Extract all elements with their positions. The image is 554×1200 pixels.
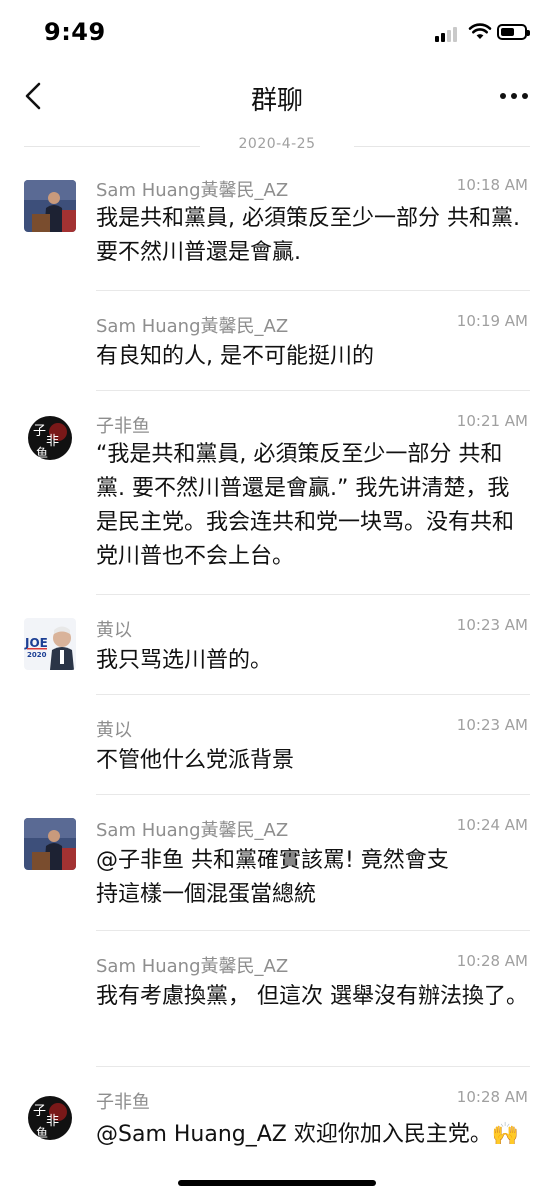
divider <box>96 1066 530 1067</box>
cellular-signal-icon <box>435 26 461 42</box>
nav-bar: 群聊 <box>0 66 554 128</box>
svg-text:JOE: JOE <box>24 636 48 650</box>
message-item[interactable]: 子 非 鱼 子非鱼 10:28 AM @Sam Huang_AZ 欢迎你加入民主… <box>0 1084 554 1180</box>
date-label: 2020-4-25 <box>238 136 316 152</box>
person-at-podium-image <box>24 818 76 870</box>
divider <box>96 794 530 795</box>
divider <box>96 290 530 291</box>
divider <box>96 930 530 931</box>
avatar-sam-huang[interactable] <box>24 818 76 870</box>
message-text: 有良知的人, 是不可能挺川的 <box>96 344 374 369</box>
avatar-sam-huang[interactable] <box>24 180 76 232</box>
message-time: 10:24 AM <box>456 816 528 834</box>
sender-name: 黄以 <box>96 720 132 741</box>
message-text: 我有考慮換黨， 但這次 選舉沒有辦法換了。 <box>96 984 528 1009</box>
message-text: @Sam Huang_AZ 欢迎你加入民主党。🙌 <box>96 1122 520 1147</box>
more-options-button[interactable] <box>494 80 534 110</box>
message-item[interactable]: 黄以 10:23 AM 不管他什么党派背景 <box>0 712 554 796</box>
message-time: 10:18 AM <box>456 176 528 194</box>
sender-name: 子非鱼 <box>96 1092 150 1113</box>
message-time: 10:23 AM <box>456 716 528 734</box>
message-item[interactable]: Sam Huang黃馨民_AZ 10:28 AM 我有考慮換黨， 但這次 選舉沒… <box>0 948 554 1068</box>
message-time: 10:21 AM <box>456 412 528 430</box>
divider <box>96 594 530 595</box>
status-time: 9:49 <box>44 18 106 46</box>
message-text: @子非鱼 共和黨確實該罵! 竟然會支持這樣一個混蛋當總統 <box>96 848 449 907</box>
svg-text:鱼: 鱼 <box>36 446 48 460</box>
joe-2020-image: JOE 2020 <box>24 618 76 670</box>
wifi-icon <box>468 22 492 44</box>
page-title: 群聊 <box>250 86 303 116</box>
message-item[interactable]: 子 非 鱼 子非鱼 10:21 AM “我是共和黨員, 必須策反至少一部分 共和… <box>0 408 554 596</box>
date-divider: 2020-4-25 <box>24 136 530 156</box>
avatar-huang-yi[interactable]: JOE 2020 <box>24 618 76 670</box>
message-item[interactable]: JOE 2020 黄以 10:23 AM 我只骂选川普的。 <box>0 612 554 696</box>
svg-text:子: 子 <box>33 1104 46 1119</box>
sender-name: Sam Huang黃馨民_AZ <box>96 956 289 977</box>
message-text: “我是共和黨員, 必須策反至少一部分 共和黨. 要不然川普還是會贏.” 我先讲清… <box>96 442 515 569</box>
person-at-podium-image <box>24 180 76 232</box>
svg-text:鱼: 鱼 <box>36 1126 48 1140</box>
home-indicator[interactable] <box>178 1180 376 1186</box>
message-text: 我只骂选川普的。 <box>96 648 273 673</box>
message-item[interactable]: Sam Huang黃馨民_AZ 10:24 AM @子非鱼 共和黨確實該罵! 竟… <box>0 812 554 932</box>
message-time: 10:28 AM <box>456 1088 528 1106</box>
sender-name: 子非鱼 <box>96 416 150 437</box>
message-item[interactable]: Sam Huang黃馨民_AZ 10:18 AM 我是共和黨員, 必須策反至少一… <box>0 172 554 292</box>
ink-calligraphy-image: 子 非 鱼 <box>24 1092 76 1144</box>
message-time: 10:28 AM <box>456 952 528 970</box>
battery-icon <box>497 24 530 40</box>
sender-name: Sam Huang黃馨民_AZ <box>96 180 289 201</box>
message-item[interactable]: Sam Huang黃馨民_AZ 10:19 AM 有良知的人, 是不可能挺川的 <box>0 308 554 392</box>
message-text: 我是共和黨員, 必須策反至少一部分 共和黨. 要不然川普還是會贏. <box>96 206 520 265</box>
sender-name: 黄以 <box>96 620 132 641</box>
message-time: 10:23 AM <box>456 616 528 634</box>
divider <box>96 694 530 695</box>
avatar-zi-fei-yu[interactable]: 子 非 鱼 <box>24 412 76 464</box>
divider <box>96 390 530 391</box>
sender-name: Sam Huang黃馨民_AZ <box>96 316 289 337</box>
avatar-zi-fei-yu[interactable]: 子 非 鱼 <box>24 1092 76 1144</box>
message-text: 不管他什么党派背景 <box>96 748 295 773</box>
svg-text:2020: 2020 <box>27 651 47 659</box>
avatar-text: 子 <box>33 424 46 439</box>
status-bar: 9:49 <box>0 0 554 66</box>
sender-name: Sam Huang黃馨民_AZ <box>96 820 289 841</box>
ink-calligraphy-image: 子 非 鱼 <box>24 412 76 464</box>
message-time: 10:19 AM <box>456 312 528 330</box>
